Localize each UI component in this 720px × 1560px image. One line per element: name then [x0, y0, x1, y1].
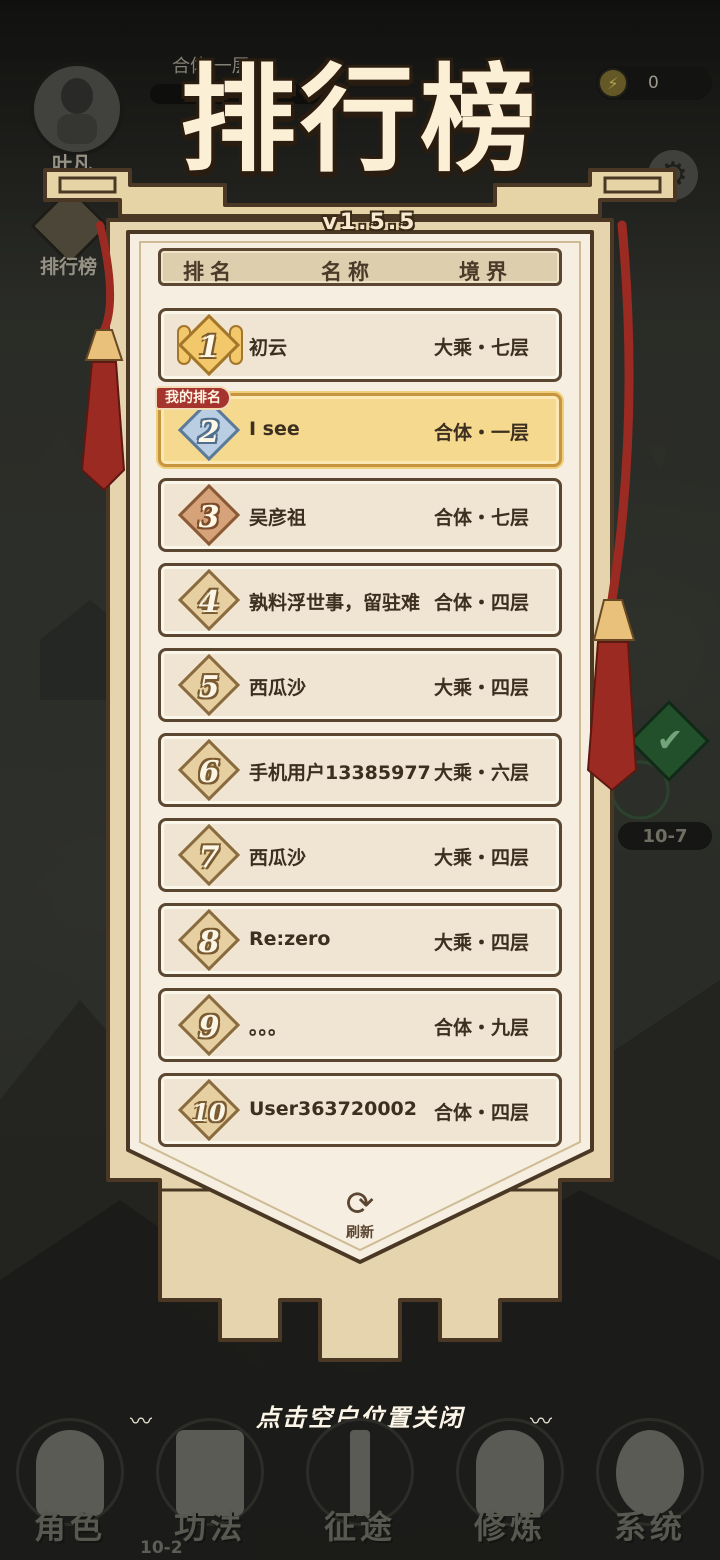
rank-number: 6	[198, 754, 220, 790]
leaderboard-row-7[interactable]: 7 西瓜沙 大乘・四层	[158, 818, 562, 892]
player-realm: 合体・七层	[433, 507, 529, 529]
leaderboard-row-5[interactable]: 5 西瓜沙 大乘・四层	[158, 648, 562, 722]
nav-cultivation[interactable]: 修炼	[450, 1410, 570, 1560]
rank-number: 1	[198, 329, 220, 365]
leaderboard-title: 排行榜	[180, 52, 540, 188]
player-realm: 合体・一层	[433, 422, 529, 444]
player-realm: 合体・四层	[433, 592, 529, 614]
player-realm: 大乘・六层	[433, 762, 529, 784]
rank-number: 10	[192, 1097, 226, 1127]
leaderboard-row-2-self[interactable]: 2 I see 合体・一层 我的排名	[155, 386, 562, 467]
leaderboard-row-4[interactable]: 4 孰料浮世事，留驻难 合体・四层	[158, 563, 562, 637]
player-name: 西瓜沙	[249, 677, 307, 699]
player-name: 初云	[249, 337, 288, 359]
refresh-icon: ⟳	[345, 1184, 375, 1224]
leaderboard-row-3[interactable]: 3 吴彦祖 合体・七层	[158, 478, 562, 552]
rank-number: 8	[198, 924, 220, 960]
bottom-nav: 角色 功法 征途 修炼 系统	[0, 1410, 720, 1560]
rank-number: 3	[198, 499, 220, 535]
header-name: 名称	[321, 259, 375, 284]
rank-number: 7	[198, 839, 220, 875]
nav-system[interactable]: 系统	[590, 1410, 710, 1560]
leaderboard-column-header: 排名 名称 境界	[158, 248, 562, 286]
leaderboard-row-8[interactable]: 8 Re:zero 大乘・四层	[158, 903, 562, 977]
player-realm: 大乘・七层	[433, 337, 529, 359]
player-realm: 大乘・四层	[433, 677, 529, 699]
player-realm: 合体・九层	[433, 1017, 529, 1039]
nav-label: 角色	[33, 1508, 106, 1546]
header-realm: 境界	[459, 259, 513, 284]
player-name: 吴彦祖	[249, 507, 307, 529]
refresh-label: 刷新	[346, 1225, 374, 1241]
leaderboard-row-9[interactable]: 9 。。。 合体・九层	[158, 988, 562, 1062]
nav-character[interactable]: 角色	[10, 1410, 130, 1560]
rank-number: 5	[198, 669, 220, 705]
refresh-button[interactable]: ⟳ 刷新	[330, 1186, 390, 1246]
leaderboard-row-1[interactable]: 1 初云 大乘・七层	[158, 308, 562, 382]
version-label: v1.5.5	[322, 210, 418, 235]
nav-label: 系统	[613, 1508, 686, 1546]
header-rank: 排名	[183, 259, 237, 284]
player-name: 西瓜沙	[249, 847, 307, 869]
player-name: 手机用户13385977	[249, 762, 431, 784]
leaderboard-row-6[interactable]: 6 手机用户13385977 大乘・六层	[158, 733, 562, 807]
player-realm: 大乘・四层	[433, 847, 529, 869]
player-name: I see	[249, 418, 300, 440]
rank-number: 9	[198, 1009, 220, 1045]
player-name: User363720002	[249, 1098, 417, 1120]
stage-label-bottom: 10-2	[140, 1538, 183, 1558]
nav-journey[interactable]: 征途	[300, 1410, 420, 1560]
nav-label: 征途	[323, 1508, 396, 1546]
player-name: Re:zero	[249, 928, 331, 950]
my-rank-tag: 我的排名	[155, 386, 231, 410]
leaderboard-row-10[interactable]: 10 User363720002 合体・四层	[158, 1073, 562, 1147]
rank-number: 4	[198, 584, 220, 620]
player-name: 孰料浮世事，留驻难	[249, 592, 421, 614]
nav-label: 修炼	[473, 1508, 546, 1546]
player-realm: 大乘・四层	[433, 932, 529, 954]
player-realm: 合体・四层	[433, 1102, 529, 1124]
rank-number: 2	[198, 414, 220, 450]
player-name: 。。。	[249, 1017, 288, 1039]
